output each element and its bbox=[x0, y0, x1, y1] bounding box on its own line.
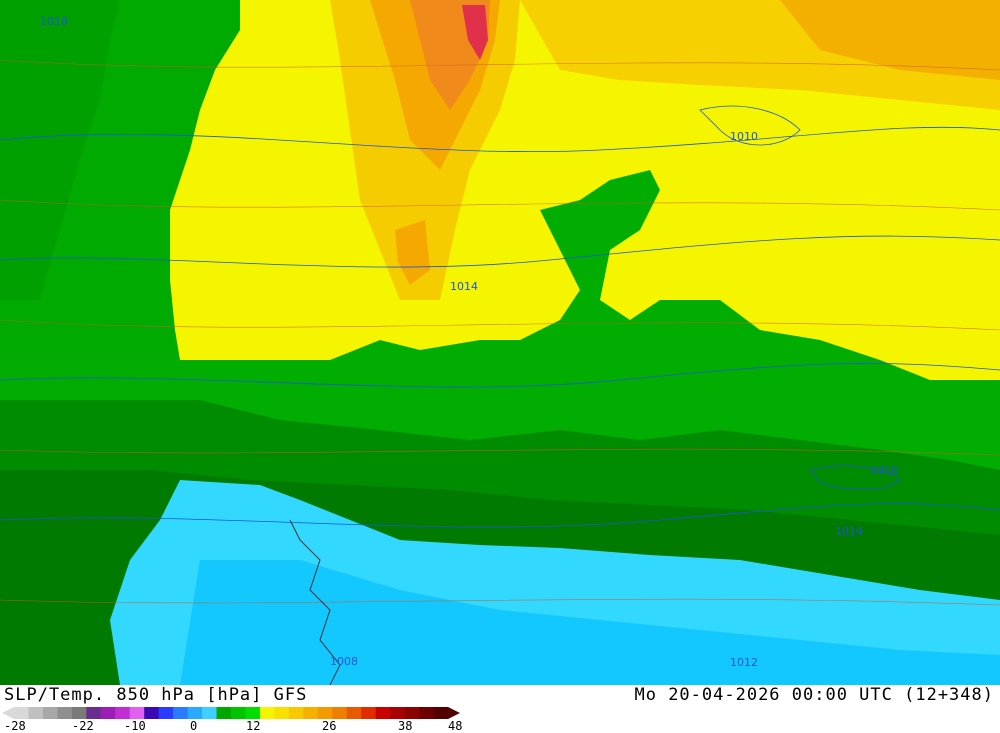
isobar-label: 1008 bbox=[330, 655, 358, 668]
scale-swatch bbox=[404, 707, 420, 719]
scale-swatch bbox=[332, 707, 348, 719]
scale-swatch bbox=[245, 707, 261, 719]
scale-swatch bbox=[361, 707, 377, 719]
map-footer: SLP/Temp. 850 hPa [hPa] GFS Mo 20-04-202… bbox=[0, 685, 1000, 733]
scale-tick-label: 38 bbox=[398, 719, 413, 733]
isobar-label: 1014 bbox=[450, 280, 478, 293]
scale-tick-label: 12 bbox=[246, 719, 261, 733]
scale-tick-label: -10 bbox=[124, 719, 146, 733]
scale-swatch bbox=[202, 707, 218, 719]
scale-swatch bbox=[28, 707, 44, 719]
scale-swatch bbox=[14, 707, 29, 719]
scale-tick-label: 26 bbox=[322, 719, 337, 733]
scale-swatch bbox=[129, 707, 145, 719]
scale-swatch bbox=[100, 707, 116, 719]
scale-arrow-left bbox=[2, 707, 14, 719]
isobar-label: 1012 bbox=[730, 656, 758, 669]
scale-swatch bbox=[144, 707, 160, 719]
scale-tick-label: 48 bbox=[448, 719, 463, 733]
scale-arrow-right bbox=[448, 707, 460, 719]
scale-swatch bbox=[187, 707, 203, 719]
scale-swatch bbox=[419, 707, 435, 719]
scale-tick-label: 0 bbox=[190, 719, 198, 733]
isobar-label: 1018 bbox=[40, 15, 68, 28]
scale-swatch bbox=[57, 707, 73, 719]
isobar-label: 1010 bbox=[730, 130, 758, 143]
scale-swatch bbox=[303, 707, 319, 719]
map-title: SLP/Temp. 850 hPa [hPa] GFS bbox=[4, 685, 308, 705]
scale-swatch bbox=[433, 707, 449, 719]
isobar-label: 1014 bbox=[835, 525, 863, 538]
scale-swatch bbox=[375, 707, 391, 719]
scale-swatch bbox=[390, 707, 406, 719]
scale-tick-label: -28 bbox=[4, 719, 26, 733]
scale-swatch bbox=[216, 707, 232, 719]
scale-swatch bbox=[317, 707, 333, 719]
scale-swatch bbox=[71, 707, 87, 719]
scale-swatch bbox=[115, 707, 131, 719]
scale-swatch bbox=[158, 707, 174, 719]
scale-tick-label: -22 bbox=[72, 719, 94, 733]
scale-swatch bbox=[288, 707, 304, 719]
weather-map: 1010 1014 1018 1016 1014 1012 1008 bbox=[0, 0, 1000, 685]
scale-swatch bbox=[259, 707, 275, 719]
scale-swatch bbox=[42, 707, 58, 719]
scale-swatch bbox=[86, 707, 102, 719]
scale-swatch bbox=[231, 707, 246, 719]
map-canvas: 1010 1014 1018 1016 1014 1012 1008 bbox=[0, 0, 1000, 685]
map-valid-time: Mo 20-04-2026 00:00 UTC (12+348) bbox=[634, 685, 994, 705]
scale-swatch bbox=[274, 707, 290, 719]
isobar-label: 1016 bbox=[870, 464, 898, 477]
scale-swatch bbox=[173, 707, 189, 719]
scale-swatch bbox=[346, 707, 362, 719]
